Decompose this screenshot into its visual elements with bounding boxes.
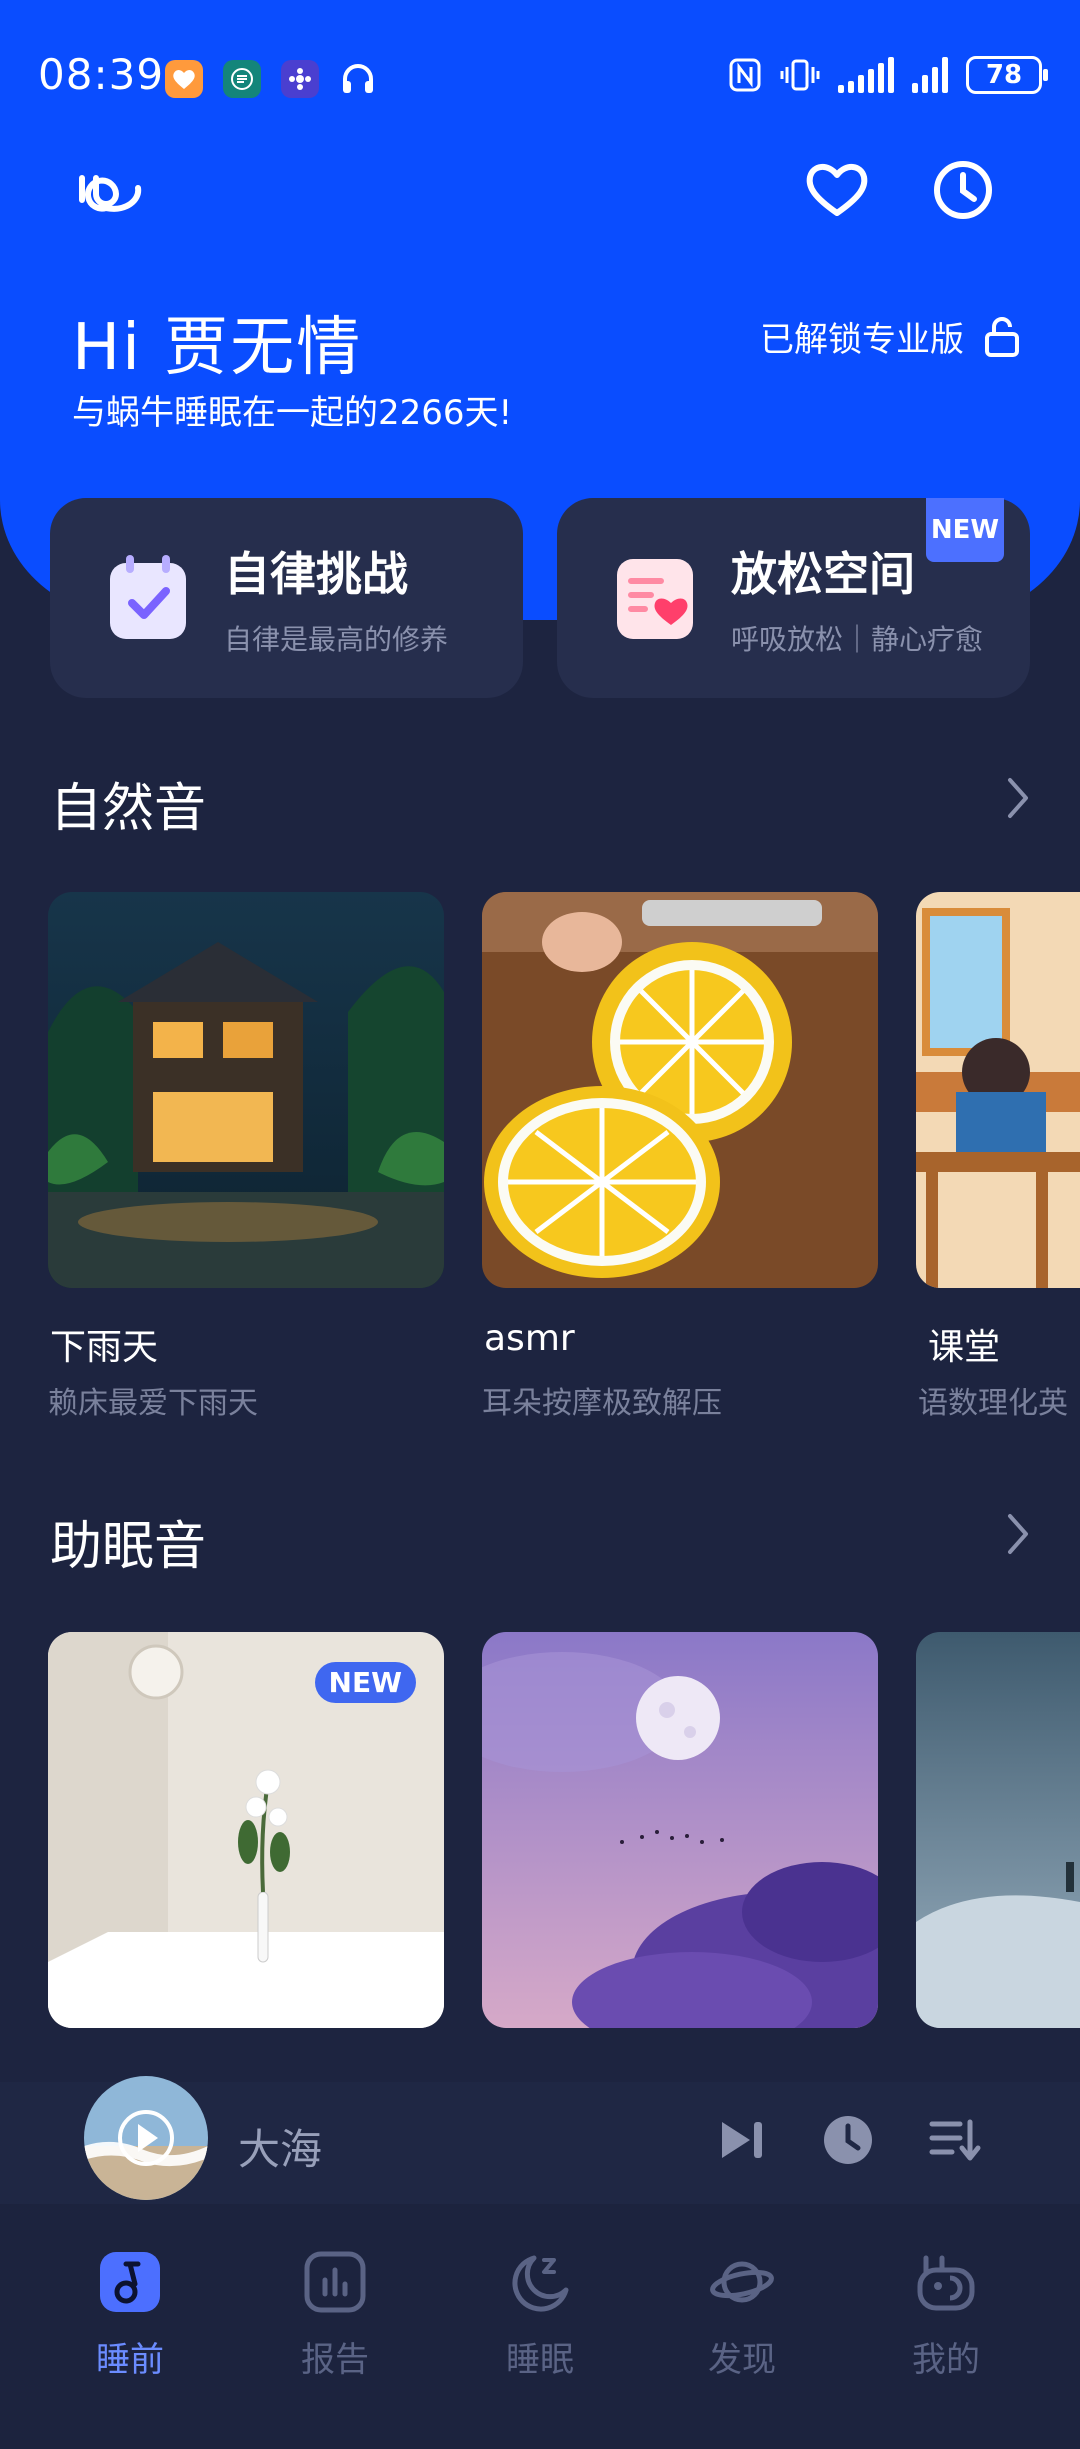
moon-icon: [512, 2255, 569, 2312]
card-title: 课堂: [928, 1327, 1001, 1368]
feature-subtitle: 呼吸放松｜静心疗愈: [731, 623, 984, 656]
system-icons: 78: [728, 56, 1048, 94]
bottom-navigation: 睡前 报告 睡眠 发现 我的: [0, 2204, 1080, 2449]
next-track-icon[interactable]: [712, 2110, 772, 2170]
notification-icons: [165, 60, 377, 98]
nav-item-bedtime[interactable]: 睡前: [60, 2250, 200, 2381]
asmr-cover[interactable]: [482, 892, 878, 1288]
new-badge: NEW: [926, 498, 1004, 562]
card-title: 下雨天: [50, 1327, 159, 1368]
nav-label: 我的: [912, 2340, 980, 2380]
flower-app-icon: [281, 60, 319, 98]
feature-title: 自律挑战: [224, 547, 408, 601]
signal-2-icon: [912, 57, 948, 93]
music-note-icon: [100, 2252, 160, 2312]
deep-sleep-cover[interactable]: [482, 1632, 878, 2028]
pro-unlocked-button[interactable]: 已解锁专业版: [760, 312, 1020, 361]
list-app-icon: [223, 60, 261, 98]
nfc-icon: [729, 58, 761, 92]
mini-player[interactable]: 大海: [0, 2076, 1080, 2204]
signal-1-icon: [838, 57, 894, 93]
heart-note-icon: [617, 559, 693, 639]
relax-space-card[interactable]: 放松空间 呼吸放松｜静心疗愈 NEW: [557, 498, 1030, 698]
classroom-cover[interactable]: [916, 892, 1080, 1288]
heart-icon[interactable]: [802, 155, 872, 225]
player-cover[interactable]: [84, 2076, 208, 2200]
player-title: 大海: [238, 2125, 323, 2174]
rainy-day-cover[interactable]: [48, 892, 444, 1288]
chevron-right-icon[interactable]: [998, 770, 1038, 826]
card-subtitle: 赖床最爱下雨天: [48, 1386, 258, 1421]
battery-indicator: 78: [966, 56, 1048, 94]
nature-section-title: 自然音: [50, 779, 207, 839]
nav-label: 发现: [708, 2340, 776, 2380]
bar-chart-icon: [304, 2251, 366, 2313]
unlock-icon: [985, 316, 1019, 357]
new-badge: NEW: [314, 1662, 416, 1703]
status-bar: 08:39 78: [0, 50, 1080, 110]
pro-label: 已解锁专业版: [760, 320, 964, 360]
planet-icon: [710, 2261, 774, 2303]
calendar-check-icon: [110, 555, 186, 639]
nav-item-profile[interactable]: 我的: [876, 2250, 1016, 2381]
playlist-icon[interactable]: [924, 2110, 984, 2170]
nav-label: 睡眠: [506, 2340, 574, 2380]
heart-app-icon: [165, 60, 203, 98]
nav-item-sleep[interactable]: 睡眠: [470, 2250, 610, 2381]
nav-label: 睡前: [96, 2340, 164, 2380]
card-subtitle: 语数理化英: [918, 1386, 1068, 1421]
self-discipline-card[interactable]: 自律挑战 自律是最高的修养: [50, 498, 523, 698]
status-time: 08:39: [38, 50, 165, 99]
sleep-section-title: 助眠音: [50, 1517, 207, 1577]
headphones-icon: [339, 60, 377, 98]
snail-logo-icon[interactable]: [76, 160, 146, 220]
timer-icon[interactable]: [818, 2110, 878, 2170]
days-together-text: 与蜗牛睡眠在一起的2266天!: [72, 393, 513, 433]
feature-subtitle: 自律是最高的修养: [224, 623, 449, 656]
nav-item-discover[interactable]: 发现: [672, 2250, 812, 2381]
snail-face-icon: [917, 2255, 975, 2311]
card-title: asmr: [484, 1318, 575, 1359]
chevron-right-icon[interactable]: [998, 1506, 1038, 1562]
nav-label: 报告: [301, 2340, 369, 2380]
nav-item-report[interactable]: 报告: [265, 2250, 405, 2381]
greeting-title: Hi 贾无情: [72, 311, 363, 385]
mond-cover[interactable]: [916, 1632, 1080, 2028]
card-subtitle: 耳朵按摩极致解压: [482, 1386, 722, 1421]
clock-icon[interactable]: [928, 155, 998, 225]
brain-relax-cover[interactable]: NEW: [48, 1632, 444, 2028]
vibrate-icon: [780, 59, 820, 91]
